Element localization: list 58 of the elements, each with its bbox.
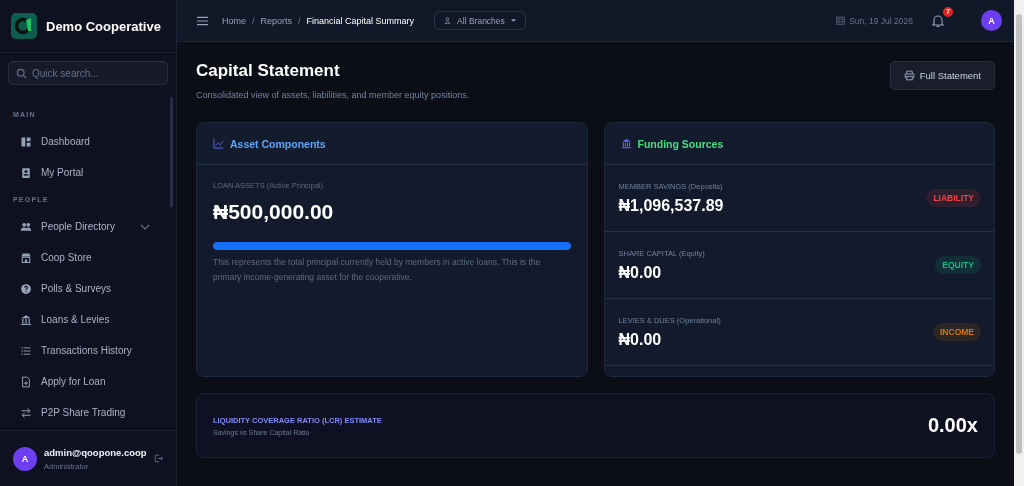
branch-icon (444, 17, 452, 24)
nav-icon (20, 375, 32, 388)
full-statement-button[interactable]: Full Statement (889, 61, 995, 90)
scrollbar[interactable] (1014, 0, 1024, 486)
trend-chart-icon (213, 138, 224, 149)
breadcrumb-separator: / (252, 15, 255, 26)
bank-icon (620, 138, 632, 149)
chevron-down-icon (140, 223, 150, 230)
page-subtitle: Consolidated view of assets, liabilities, and member equity positions. (196, 90, 470, 100)
logo-icon (11, 13, 37, 39)
nav-item[interactable]: Polls & Surveys (0, 273, 176, 304)
status-tag: INCOME (933, 323, 981, 341)
nav-item[interactable]: Apply for Loan (0, 366, 176, 397)
brand-name: Demo Cooperative (46, 18, 161, 34)
page-title: Capital Statement (196, 61, 341, 81)
search-icon (16, 68, 27, 79)
nav-icon (20, 166, 32, 179)
nav-item[interactable]: Coop Store (0, 242, 176, 273)
nav-icon (20, 406, 32, 419)
asset-note: This represents the total principal currently held by members in active loans. This is the primary income-generating asset for the cooperative. (213, 256, 542, 284)
funding-amount: ₦0.00 (618, 263, 663, 282)
card-title: Funding Sources (637, 137, 724, 150)
nav-icon (20, 135, 32, 148)
lcr-value: 0.00x (927, 414, 978, 437)
logout-icon[interactable] (153, 453, 163, 464)
user-avatar[interactable]: A (981, 10, 1002, 31)
scrollbar[interactable] (170, 97, 173, 207)
nav-icon (20, 220, 32, 233)
breadcrumb-separator: / (298, 15, 301, 26)
funding-amount: ₦0.00 (618, 330, 663, 349)
nav-item[interactable]: My Portal (0, 157, 176, 188)
breadcrumb-link[interactable]: Home (222, 15, 246, 26)
bell-icon (931, 14, 945, 28)
status-tag: LIABILITY (926, 189, 981, 207)
nav-item[interactable]: Dashboard (0, 126, 176, 157)
search-field[interactable]: Quick search... (8, 61, 168, 85)
card-title: Asset Components (230, 137, 326, 150)
nav-item[interactable]: Loans & Levies (0, 304, 176, 335)
menu-icon[interactable] (197, 15, 208, 26)
breadcrumb-current: Financial Capital Summary (306, 15, 415, 26)
calendar-icon (836, 16, 846, 25)
nav-item[interactable]: Transactions History (0, 335, 176, 366)
caret-icon (510, 19, 516, 22)
date-text: Sun, 19 Jul 2026 (849, 15, 913, 26)
printer-icon (903, 70, 915, 81)
user-email: admin@qoopone.coop (44, 446, 147, 458)
nav-item[interactable]: People Directory (0, 211, 176, 242)
nav-icon (20, 313, 32, 326)
asset-amount: ₦500,000.00 (213, 200, 335, 224)
breadcrumb-link[interactable]: Reports (260, 15, 293, 26)
branch-select[interactable]: All Branches (434, 11, 526, 30)
user-avatar: A (13, 446, 37, 471)
status-tag: EQUITY (935, 256, 981, 274)
nav-item[interactable]: P2P Share Trading (0, 397, 176, 428)
funding-amount: ₦1,096,537.89 (618, 196, 724, 215)
nav-icon (20, 282, 32, 295)
nav-icon (20, 344, 32, 357)
nav-icon (20, 251, 32, 264)
